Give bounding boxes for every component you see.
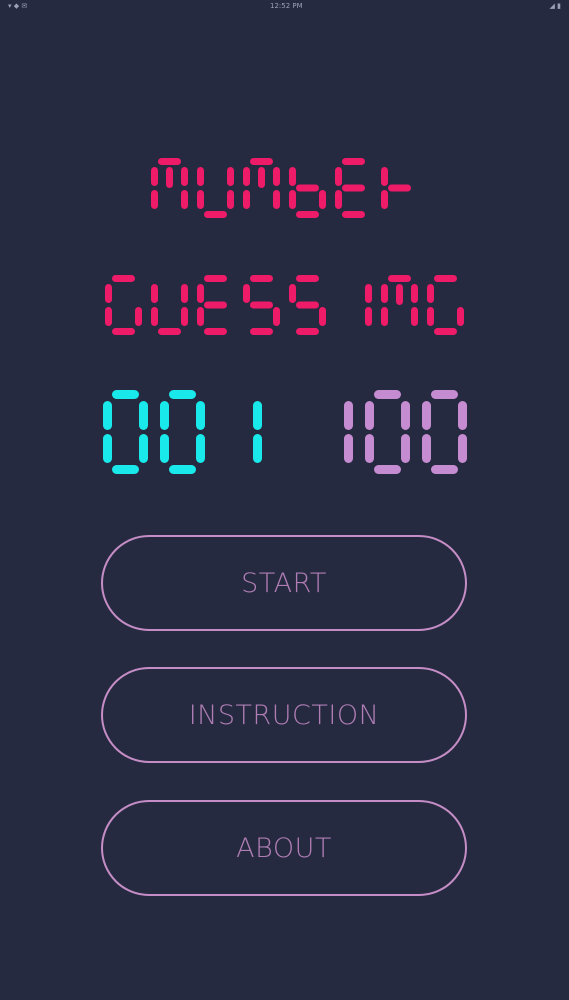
- glyph-s: [243, 275, 280, 335]
- status-icons-right: ◢ ▮: [549, 2, 561, 10]
- status-time: 12:52 PM: [270, 2, 303, 10]
- start-button-label: START: [241, 567, 327, 599]
- glyph-1: [252, 401, 262, 463]
- status-icons-left: ▾ ◆ ✉: [8, 2, 28, 10]
- range-display: 001 100: [0, 390, 569, 474]
- glyph-m: [243, 158, 280, 209]
- glyph-1: [343, 401, 353, 463]
- range-display-text: 001 100: [102, 390, 467, 474]
- glyph-0: [421, 390, 467, 474]
- about-button[interactable]: ABOUT: [101, 800, 467, 896]
- glyph-u: [151, 284, 188, 335]
- instruction-button[interactable]: INSTRUCTION: [101, 667, 467, 763]
- glyph-0: [364, 390, 410, 474]
- glyph-n: [381, 275, 418, 326]
- glyph-0: [102, 390, 148, 474]
- glyph-n: [151, 158, 188, 209]
- glyph-r: [381, 167, 411, 209]
- glyph-b: [289, 167, 326, 218]
- glyph-e: [197, 275, 227, 335]
- title-line-2: GUESSING: [0, 275, 569, 335]
- glyph-g: [105, 275, 142, 335]
- glyph-e: [335, 158, 365, 218]
- title-line-1: NUMBER: [0, 158, 569, 218]
- glyph-0: [159, 390, 205, 474]
- instruction-button-label: INSTRUCTION: [188, 699, 380, 731]
- title-line-1-text: NUMBER: [151, 158, 411, 218]
- glyph-s: [289, 275, 326, 335]
- start-button[interactable]: START: [101, 535, 467, 631]
- status-bar: ▾ ◆ ✉ 12:52 PM ◢ ▮: [0, 0, 569, 14]
- title-line-2-text: GUESSING: [105, 275, 464, 335]
- glyph-g: [427, 275, 464, 335]
- glyph-i: [365, 284, 372, 326]
- glyph-u: [197, 167, 234, 218]
- about-button-label: ABOUT: [236, 832, 332, 864]
